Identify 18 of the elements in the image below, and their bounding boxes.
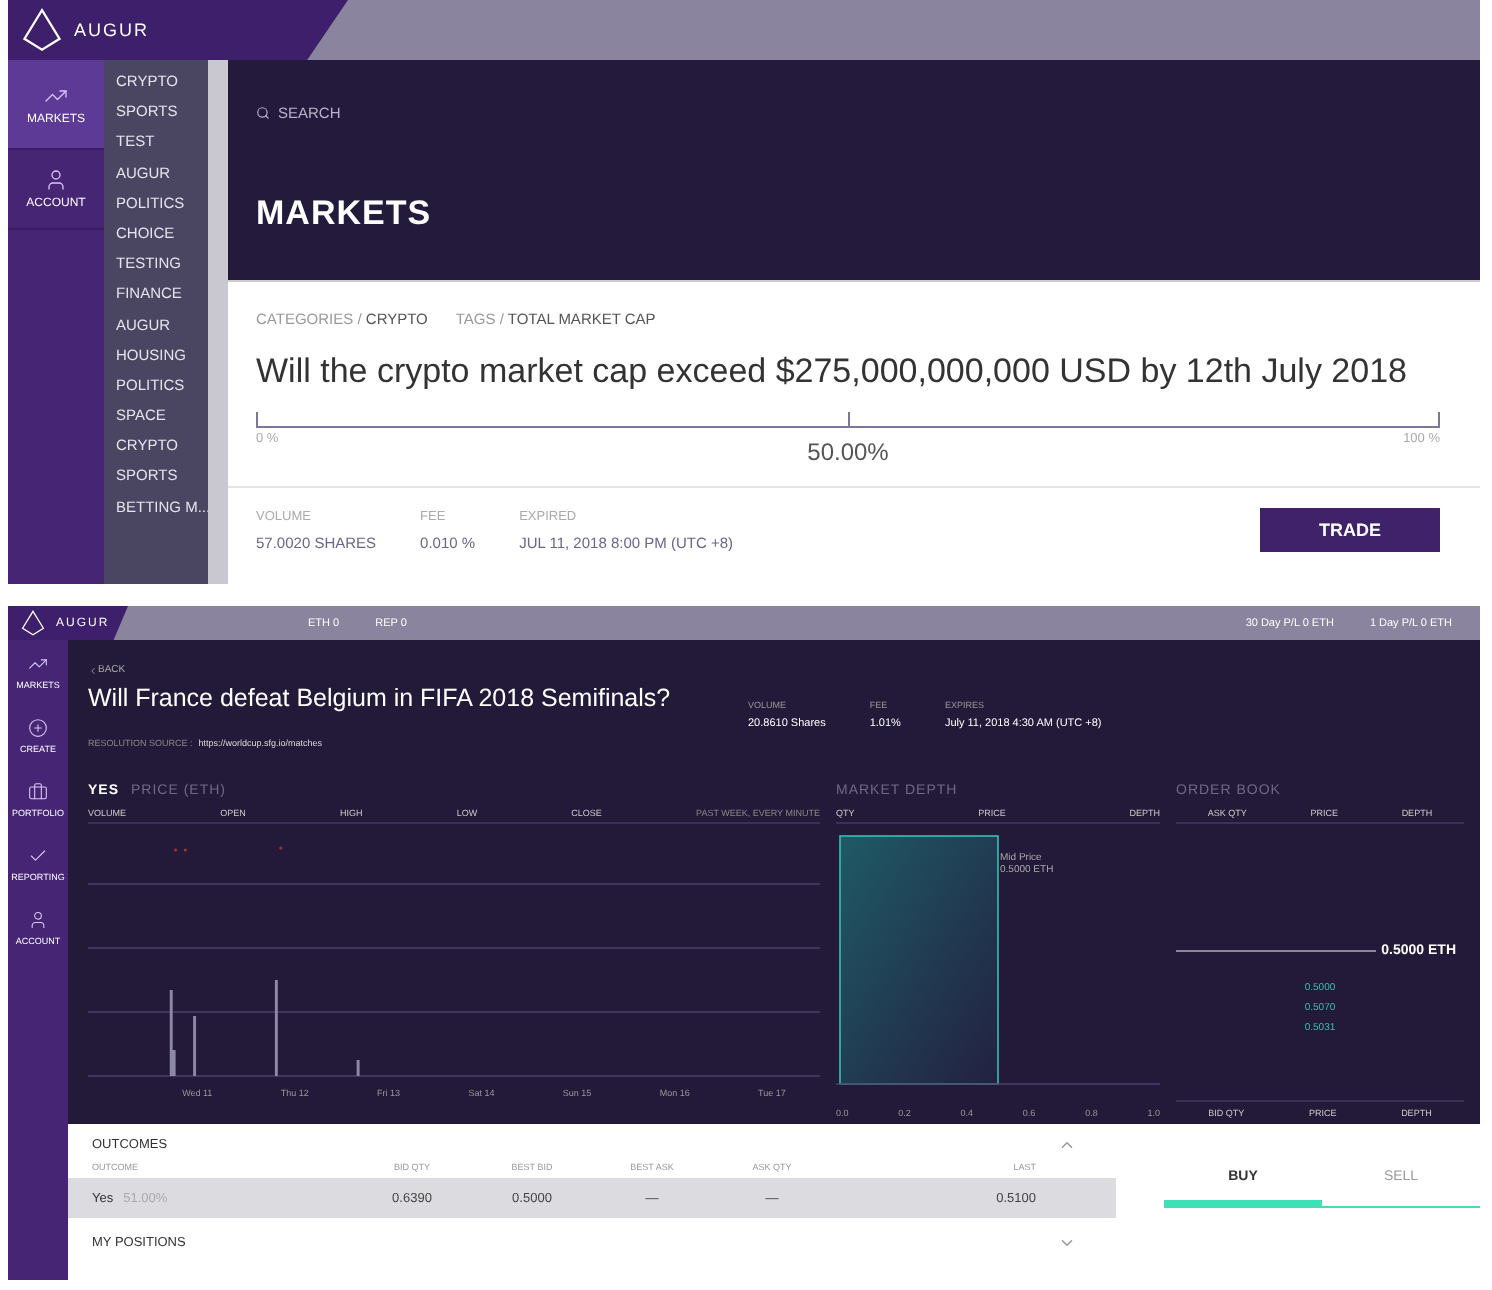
brand-name: AUGUR — [74, 20, 150, 40]
checkmark-icon — [28, 846, 48, 866]
briefcase-icon — [28, 782, 48, 802]
trend-icon — [28, 654, 48, 674]
collapse-icon[interactable] — [1058, 1136, 1076, 1154]
search-icon — [256, 106, 270, 120]
page-heading: MARKETS — [256, 194, 434, 234]
plus-circle-icon — [28, 718, 48, 738]
market-title: Will France defeat Belgium in FIFA 2018 Semifinals? — [88, 684, 673, 712]
expand-icon[interactable] — [1058, 1234, 1076, 1252]
scrollbar[interactable] — [208, 60, 228, 584]
user-icon — [28, 910, 48, 930]
trade-button[interactable]: TRADE — [1260, 508, 1440, 552]
logo-icon — [20, 8, 64, 52]
chevron-left-icon — [88, 665, 98, 675]
user-icon — [44, 168, 68, 192]
logo-icon — [20, 610, 46, 636]
market-title[interactable]: Will the crypto market cap exceed $275,000,000,000 USD by 12th July 2018 — [256, 352, 1440, 392]
